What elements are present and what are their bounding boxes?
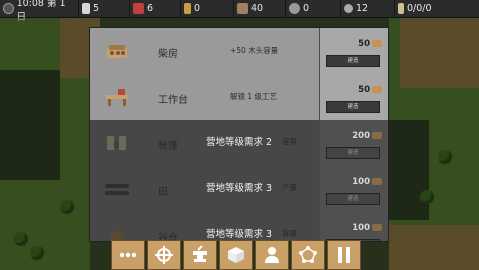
build-row-main: 田 营地等级需求 3 产量 [90, 166, 319, 213]
hud-meat: 6 [130, 0, 181, 17]
build-row-main: 帐篷 营地等级需求 2 容量 [90, 120, 319, 167]
crate-icon [228, 247, 244, 263]
anvil-icon [193, 245, 207, 262]
flag-count: 0/0/0 [407, 3, 432, 14]
meat-icon [133, 3, 144, 14]
build-button[interactable]: 建造 [326, 101, 380, 113]
woodshed-icon [107, 45, 127, 58]
build-row-field[interactable]: 田 营地等级需求 3 产量 100 建造 [90, 166, 388, 213]
target-button[interactable] [147, 240, 181, 270]
pause-button[interactable] [327, 240, 361, 270]
target-icon [155, 246, 173, 264]
build-cost-cell: 100 建造 [320, 166, 388, 213]
build-row-granary[interactable]: 谷仓 营地等级需求 3 容量 100 建造 [90, 212, 388, 241]
build-cost-cell: 50 建造 [320, 74, 388, 121]
wood-icon [237, 3, 248, 14]
build-menu-panel: 柴房 +50 木头容量 50 建造 工作台 解锁 1 级工艺 50 建造 帐篷 … [89, 27, 389, 242]
network-icon [299, 246, 317, 263]
build-row-main: 谷仓 营地等级需求 3 容量 [90, 212, 319, 241]
clock-icon [3, 3, 14, 14]
build-button[interactable]: 建造 [326, 147, 380, 159]
build-row-main: 工作台 解锁 1 级工艺 [90, 74, 319, 121]
wood-icon [372, 178, 382, 185]
more-icon [119, 252, 137, 258]
stone-icon [289, 3, 300, 14]
cost-value: 100 [352, 223, 370, 233]
building-description: 解锁 1 级工艺 [230, 92, 278, 101]
tech-tree-button[interactable] [291, 240, 325, 270]
resource-count: 12 [356, 3, 369, 14]
gear-icon [344, 4, 353, 13]
hud-people: 5 [79, 0, 130, 17]
requirement-text: 营地等级需求 2 [206, 137, 273, 148]
build-row-tent[interactable]: 帐篷 营地等级需求 2 容量 200 建造 [90, 120, 388, 167]
build-row-woodshed[interactable]: 柴房 +50 木头容量 50 建造 [90, 28, 388, 75]
build-menu-button[interactable] [219, 240, 253, 270]
wood-icon [372, 40, 382, 47]
cost-value: 200 [352, 131, 370, 141]
wheat-count: 0 [194, 3, 201, 14]
build-cost-cell: 100 建造 [320, 212, 388, 241]
craft-button[interactable] [183, 240, 217, 270]
build-cost-cell: 200 建造 [320, 120, 388, 167]
villagers-button[interactable] [255, 240, 289, 270]
building-description: 容量 [282, 229, 297, 238]
hud-time: 10:08 第 1 日 [0, 0, 79, 23]
workbench-icon [106, 89, 128, 106]
meat-count: 6 [147, 3, 154, 14]
wood-count: 40 [251, 3, 264, 14]
person-icon [265, 247, 279, 263]
build-cost-cell: 50 建造 [320, 28, 388, 75]
hud-flag: 0/0/0 [395, 0, 479, 17]
tent-icon [107, 136, 126, 150]
people-icon [82, 3, 90, 14]
building-description: 产量 [282, 183, 297, 192]
cost-value: 100 [352, 177, 370, 187]
wheat-icon [184, 3, 191, 14]
requirement-text: 营地等级需求 3 [206, 183, 273, 194]
bottom-toolbar [111, 240, 367, 270]
building-name: 柴房 [158, 49, 178, 60]
building-name: 帐篷 [158, 141, 178, 152]
cost-value: 50 [358, 85, 370, 95]
building-description: 容量 [282, 137, 297, 146]
building-name: 工作台 [158, 95, 188, 106]
build-button[interactable]: 建造 [326, 55, 380, 67]
hud-wood: 40 [234, 0, 286, 17]
field-icon [105, 184, 129, 195]
wood-icon [372, 224, 382, 231]
building-name: 田 [158, 187, 168, 198]
hud-resource: 12 [341, 0, 395, 17]
requirement-text: 营地等级需求 3 [206, 229, 273, 240]
pause-icon [338, 247, 350, 263]
build-row-main: 柴房 +50 木头容量 [90, 28, 319, 75]
building-description: +50 木头容量 [230, 46, 279, 55]
cost-value: 50 [358, 39, 370, 49]
build-row-workbench[interactable]: 工作台 解锁 1 级工艺 50 建造 [90, 74, 388, 121]
hud-stone: 0 [286, 0, 341, 17]
resource-hud: 10:08 第 1 日 5 6 0 40 0 12 0/0/0 [0, 0, 479, 23]
stone-count: 0 [303, 3, 310, 14]
more-button[interactable] [111, 240, 145, 270]
wood-icon [372, 86, 382, 93]
build-button[interactable]: 建造 [326, 193, 380, 205]
people-count: 5 [93, 3, 100, 14]
hud-wheat: 0 [181, 0, 234, 17]
flag-icon [398, 3, 404, 14]
wood-icon [372, 132, 382, 139]
